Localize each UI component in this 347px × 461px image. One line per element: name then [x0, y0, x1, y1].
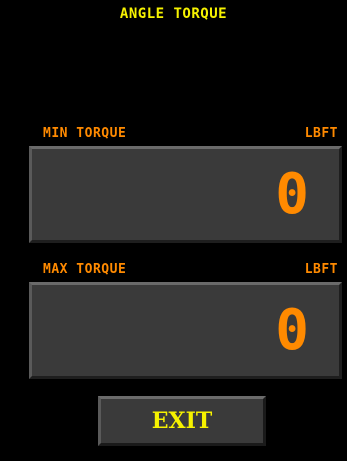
min-torque-value: 0	[275, 162, 309, 227]
max-torque-field[interactable]: 0	[29, 282, 342, 379]
min-torque-field[interactable]: 0	[29, 146, 342, 243]
max-torque-value: 0	[275, 298, 309, 363]
min-torque-unit: LBFT	[304, 126, 338, 141]
screen-title: ANGLE TORQUE	[119, 6, 228, 22]
exit-button-label: EXIT	[151, 408, 213, 434]
max-torque-unit: LBFT	[304, 262, 338, 277]
exit-button[interactable]: EXIT	[98, 396, 266, 446]
max-torque-label: MAX TORQUE	[43, 262, 127, 277]
min-torque-label: MIN TORQUE	[43, 126, 127, 141]
